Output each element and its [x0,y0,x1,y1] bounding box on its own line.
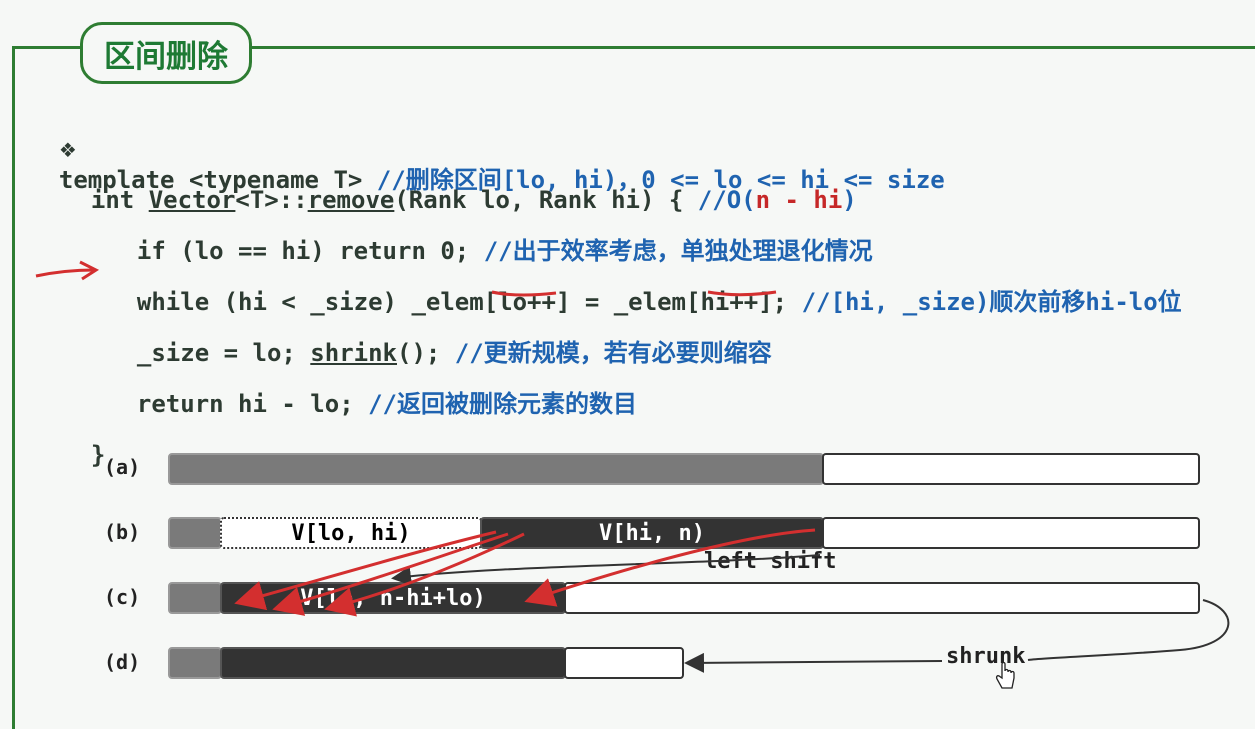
red-move-arrow-4 [524,528,816,607]
shrunk-arrow-head [684,652,943,673]
red-move-arrow-3 [324,532,525,617]
red-underline-lo [491,290,557,297]
shrunk-arrow [1027,599,1230,661]
hand-cursor-icon [995,661,1015,689]
red-move-arrow-1 [234,530,497,611]
annotation-overlay [35,260,1230,689]
red-underline-hi [707,290,777,297]
